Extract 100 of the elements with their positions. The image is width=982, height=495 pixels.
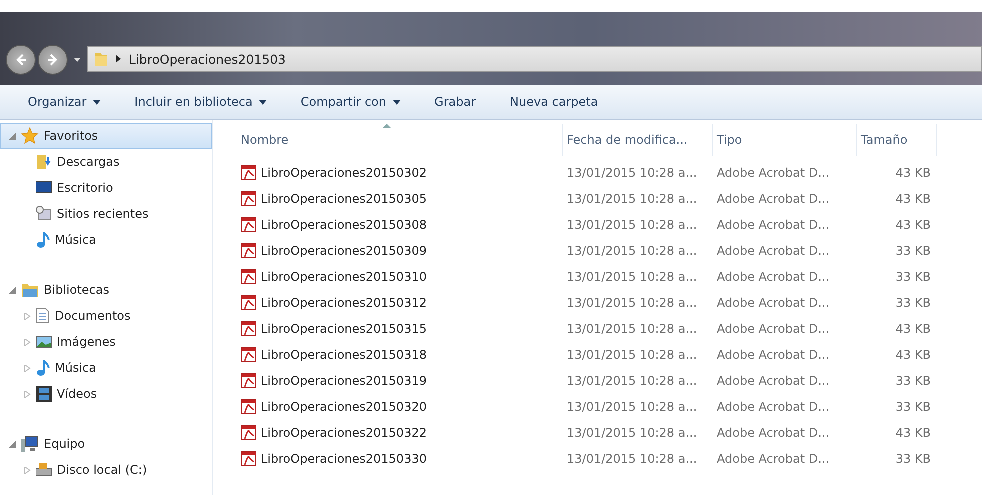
file-name[interactable]: LibroOperaciones20150310 (261, 270, 427, 284)
table-cell-text: 13/01/2015 10:28 a... (566, 192, 698, 206)
table-cell-text: 13/01/2015 10:28 a... (566, 400, 698, 414)
file-name[interactable]: LibroOperaciones20150319 (261, 374, 427, 388)
caret-icon (392, 100, 401, 104)
file-name[interactable]: LibroOperaciones20150305 (261, 192, 427, 206)
pdf-file-icon (241, 373, 257, 389)
table-cell-text: Adobe Acrobat D... (716, 218, 831, 232)
pdf-file-icon (241, 191, 257, 207)
address-bar[interactable]: LibroOperaciones201503 (87, 46, 982, 72)
table-cell-text: 13/01/2015 10:28 a... (566, 244, 698, 258)
forward-button[interactable] (38, 45, 68, 75)
pdf-file-icon (241, 451, 257, 467)
library-folder-icon (21, 282, 39, 298)
document-icon (36, 308, 50, 324)
table-cell-text: 13/01/2015 10:28 a... (566, 296, 698, 310)
column-header[interactable]: Fecha de modifica... (563, 124, 713, 156)
table-cell-text: Adobe Acrobat D... (716, 374, 831, 388)
table-cell-text: Adobe Acrobat D... (716, 348, 831, 362)
expanded-icon[interactable] (9, 132, 16, 140)
table-cell-text: Adobe Acrobat D... (716, 166, 831, 180)
table-cell-text: 33 KB (894, 452, 932, 466)
table-cell-text: 43 KB (894, 192, 932, 206)
music-note-icon (36, 360, 50, 376)
picture-icon (36, 335, 52, 349)
table-cell-text: 33 KB (894, 400, 932, 414)
file-name[interactable]: LibroOperaciones20150309 (261, 244, 427, 258)
expanded-icon[interactable] (9, 440, 16, 448)
recent-places-icon (36, 206, 52, 222)
pdf-file-icon (241, 347, 257, 363)
back-button[interactable] (6, 45, 36, 75)
pdf-file-icon (241, 425, 257, 441)
collapsed-icon[interactable] (24, 364, 31, 372)
toolbar-button[interactable]: Organizar (18, 91, 111, 113)
tree-item[interactable]: Favoritos (0, 123, 212, 149)
tree-item[interactable]: Música (0, 355, 212, 381)
tree-item[interactable]: Vídeos (0, 381, 212, 407)
column-header[interactable]: Nombre (237, 124, 563, 156)
table-cell-text: Adobe Acrobat D... (716, 244, 831, 258)
toolbar-button[interactable]: Grabar (424, 91, 486, 113)
caret-icon (258, 100, 267, 104)
tree-item[interactable]: Música (0, 227, 212, 253)
file-name[interactable]: LibroOperaciones20150322 (261, 426, 427, 440)
tree-item[interactable]: Documentos (0, 303, 212, 329)
film-icon (36, 386, 52, 402)
file-name[interactable]: LibroOperaciones20150302 (261, 166, 427, 180)
table-cell-text: 33 KB (894, 244, 932, 258)
pdf-file-icon (241, 243, 257, 259)
table-cell-text: 13/01/2015 10:28 a... (566, 218, 698, 232)
table-cell-text: 13/01/2015 10:28 a... (566, 166, 698, 180)
file-name[interactable]: LibroOperaciones20150312 (261, 296, 427, 310)
column-header[interactable]: Tipo (713, 124, 857, 156)
table-cell-text: 43 KB (894, 322, 932, 336)
file-name[interactable]: LibroOperaciones20150318 (261, 348, 427, 362)
column-header[interactable]: Tamaño (857, 124, 937, 156)
tree-item[interactable]: Descargas (0, 149, 212, 175)
caret-icon[interactable] (74, 58, 81, 62)
desktop-icon (36, 181, 52, 195)
pdf-file-icon (241, 217, 257, 233)
toolbar-button[interactable]: Incluir en biblioteca (124, 91, 277, 113)
table-cell-text: 33 KB (894, 374, 932, 388)
collapsed-icon[interactable] (24, 312, 31, 320)
tree-item[interactable]: Disco local (C:) (0, 457, 212, 483)
table-cell-text: 13/01/2015 10:28 a... (566, 322, 698, 336)
pdf-file-icon (241, 321, 257, 337)
table-cell-text: 43 KB (894, 348, 932, 362)
table-cell-text: Adobe Acrobat D... (716, 270, 831, 284)
tree-item[interactable]: Escritorio (0, 175, 212, 201)
table-cell-text: Adobe Acrobat D... (716, 452, 831, 466)
collapsed-icon[interactable] (24, 466, 31, 474)
pdf-file-icon (241, 165, 257, 181)
collapsed-icon[interactable] (24, 390, 31, 398)
pdf-file-icon (241, 295, 257, 311)
file-name[interactable]: LibroOperaciones20150308 (261, 218, 427, 232)
pdf-file-icon (241, 399, 257, 415)
collapsed-icon[interactable] (24, 338, 31, 346)
table-cell-text: 43 KB (894, 166, 932, 180)
table-cell-text: 13/01/2015 10:28 a... (566, 270, 698, 284)
file-name[interactable]: LibroOperaciones20150315 (261, 322, 427, 336)
table-cell-text: Adobe Acrobat D... (716, 322, 831, 336)
file-name[interactable]: LibroOperaciones20150330 (261, 452, 427, 466)
table-cell-text: 33 KB (894, 270, 932, 284)
table-cell-text: Adobe Acrobat D... (716, 296, 831, 310)
table-cell-text: 13/01/2015 10:28 a... (566, 452, 698, 466)
table-cell-text: Adobe Acrobat D... (716, 192, 831, 206)
caret-icon (92, 100, 101, 104)
tree-item[interactable]: Bibliotecas (0, 277, 212, 303)
sort-ascending-icon (383, 124, 391, 128)
tree-item[interactable]: Sitios recientes (0, 201, 212, 227)
table-cell-text: 13/01/2015 10:28 a... (566, 426, 698, 440)
table-cell-text: 13/01/2015 10:28 a... (566, 348, 698, 362)
tree-item[interactable]: Equipo (0, 431, 212, 457)
table-cell-text: 43 KB (894, 426, 932, 440)
toolbar-button[interactable]: Compartir con (290, 91, 411, 113)
downloads-folder-icon (36, 154, 52, 170)
expanded-icon[interactable] (9, 286, 16, 294)
chevron-icon (116, 55, 121, 63)
toolbar-button[interactable]: Nueva carpeta (500, 91, 608, 113)
file-name[interactable]: LibroOperaciones20150320 (261, 400, 427, 414)
tree-item[interactable]: Imágenes (0, 329, 212, 355)
